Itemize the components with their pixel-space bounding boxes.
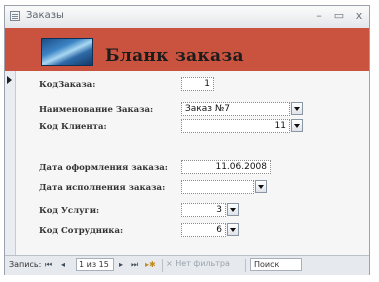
- form-header-title: Бланк заказа: [105, 46, 244, 66]
- client-id-label: Код Клиента:: [39, 122, 107, 132]
- last-record-button[interactable]: ⏭: [131, 259, 138, 271]
- order-id-field[interactable]: 1: [181, 77, 214, 91]
- completion-date-label: Дата исполнения заказа:: [39, 183, 166, 193]
- completion-date-field[interactable]: [181, 180, 254, 194]
- no-filter-label: Нет фильтра: [175, 259, 230, 268]
- completion-date-dropdown-icon[interactable]: [255, 180, 267, 193]
- form-icon: [10, 11, 20, 21]
- order-date-label: Дата оформления заказа:: [39, 163, 168, 173]
- nav-separator: [162, 259, 163, 272]
- title-bar[interactable]: Заказы – ▭ x: [5, 6, 369, 29]
- detail-section: КодЗаказа: 1 Наименование Заказа: Заказ …: [16, 71, 369, 255]
- client-id-dropdown-icon[interactable]: [291, 119, 303, 132]
- filter-icon: ⨯: [166, 259, 173, 268]
- order-date-field[interactable]: 11.06.2008: [181, 160, 271, 174]
- record-navigation-bar: Запись: ⏮ ◂ 1 из 15 ▸ ⏭ ▸✱ ⨯ Нет фильтра…: [5, 255, 369, 275]
- close-button[interactable]: x: [351, 9, 367, 23]
- service-id-label: Код Услуги:: [39, 206, 100, 216]
- order-name-dropdown-icon[interactable]: [291, 102, 303, 115]
- header-picture: [41, 38, 93, 66]
- order-id-label: КодЗаказа:: [39, 80, 96, 90]
- form-body: Бланк заказа КодЗаказа: 1 Наименование З…: [5, 28, 369, 255]
- no-filter-button[interactable]: ⨯ Нет фильтра: [166, 259, 230, 268]
- record-position-field[interactable]: 1 из 15: [76, 258, 114, 271]
- record-selector[interactable]: [5, 71, 16, 255]
- nav-separator: [245, 259, 246, 272]
- form-window: Заказы – ▭ x Бланк заказа КодЗаказа: 1 Н…: [4, 5, 370, 275]
- window-title: Заказы: [26, 10, 64, 21]
- form-header: Бланк заказа: [5, 28, 369, 71]
- client-id-field[interactable]: 11: [181, 119, 290, 133]
- current-record-arrow-icon: [7, 76, 12, 84]
- minimize-button[interactable]: –: [311, 9, 327, 23]
- employee-id-dropdown-icon[interactable]: [227, 223, 239, 236]
- maximize-button[interactable]: ▭: [331, 9, 347, 23]
- order-name-field[interactable]: Заказ №7: [181, 102, 290, 116]
- first-record-button[interactable]: ⏮: [45, 259, 52, 271]
- employee-id-field[interactable]: 6: [181, 223, 226, 237]
- next-record-button[interactable]: ▸: [119, 259, 123, 271]
- service-id-dropdown-icon[interactable]: [227, 203, 239, 216]
- record-label: Запись:: [9, 260, 42, 269]
- employee-id-label: Код Сотрудника:: [39, 226, 124, 236]
- service-id-field[interactable]: 3: [181, 203, 226, 217]
- search-box[interactable]: Поиск: [250, 258, 302, 271]
- new-record-button[interactable]: ▸✱: [145, 259, 156, 271]
- order-name-label: Наименование Заказа:: [39, 105, 154, 115]
- previous-record-button[interactable]: ◂: [61, 259, 65, 271]
